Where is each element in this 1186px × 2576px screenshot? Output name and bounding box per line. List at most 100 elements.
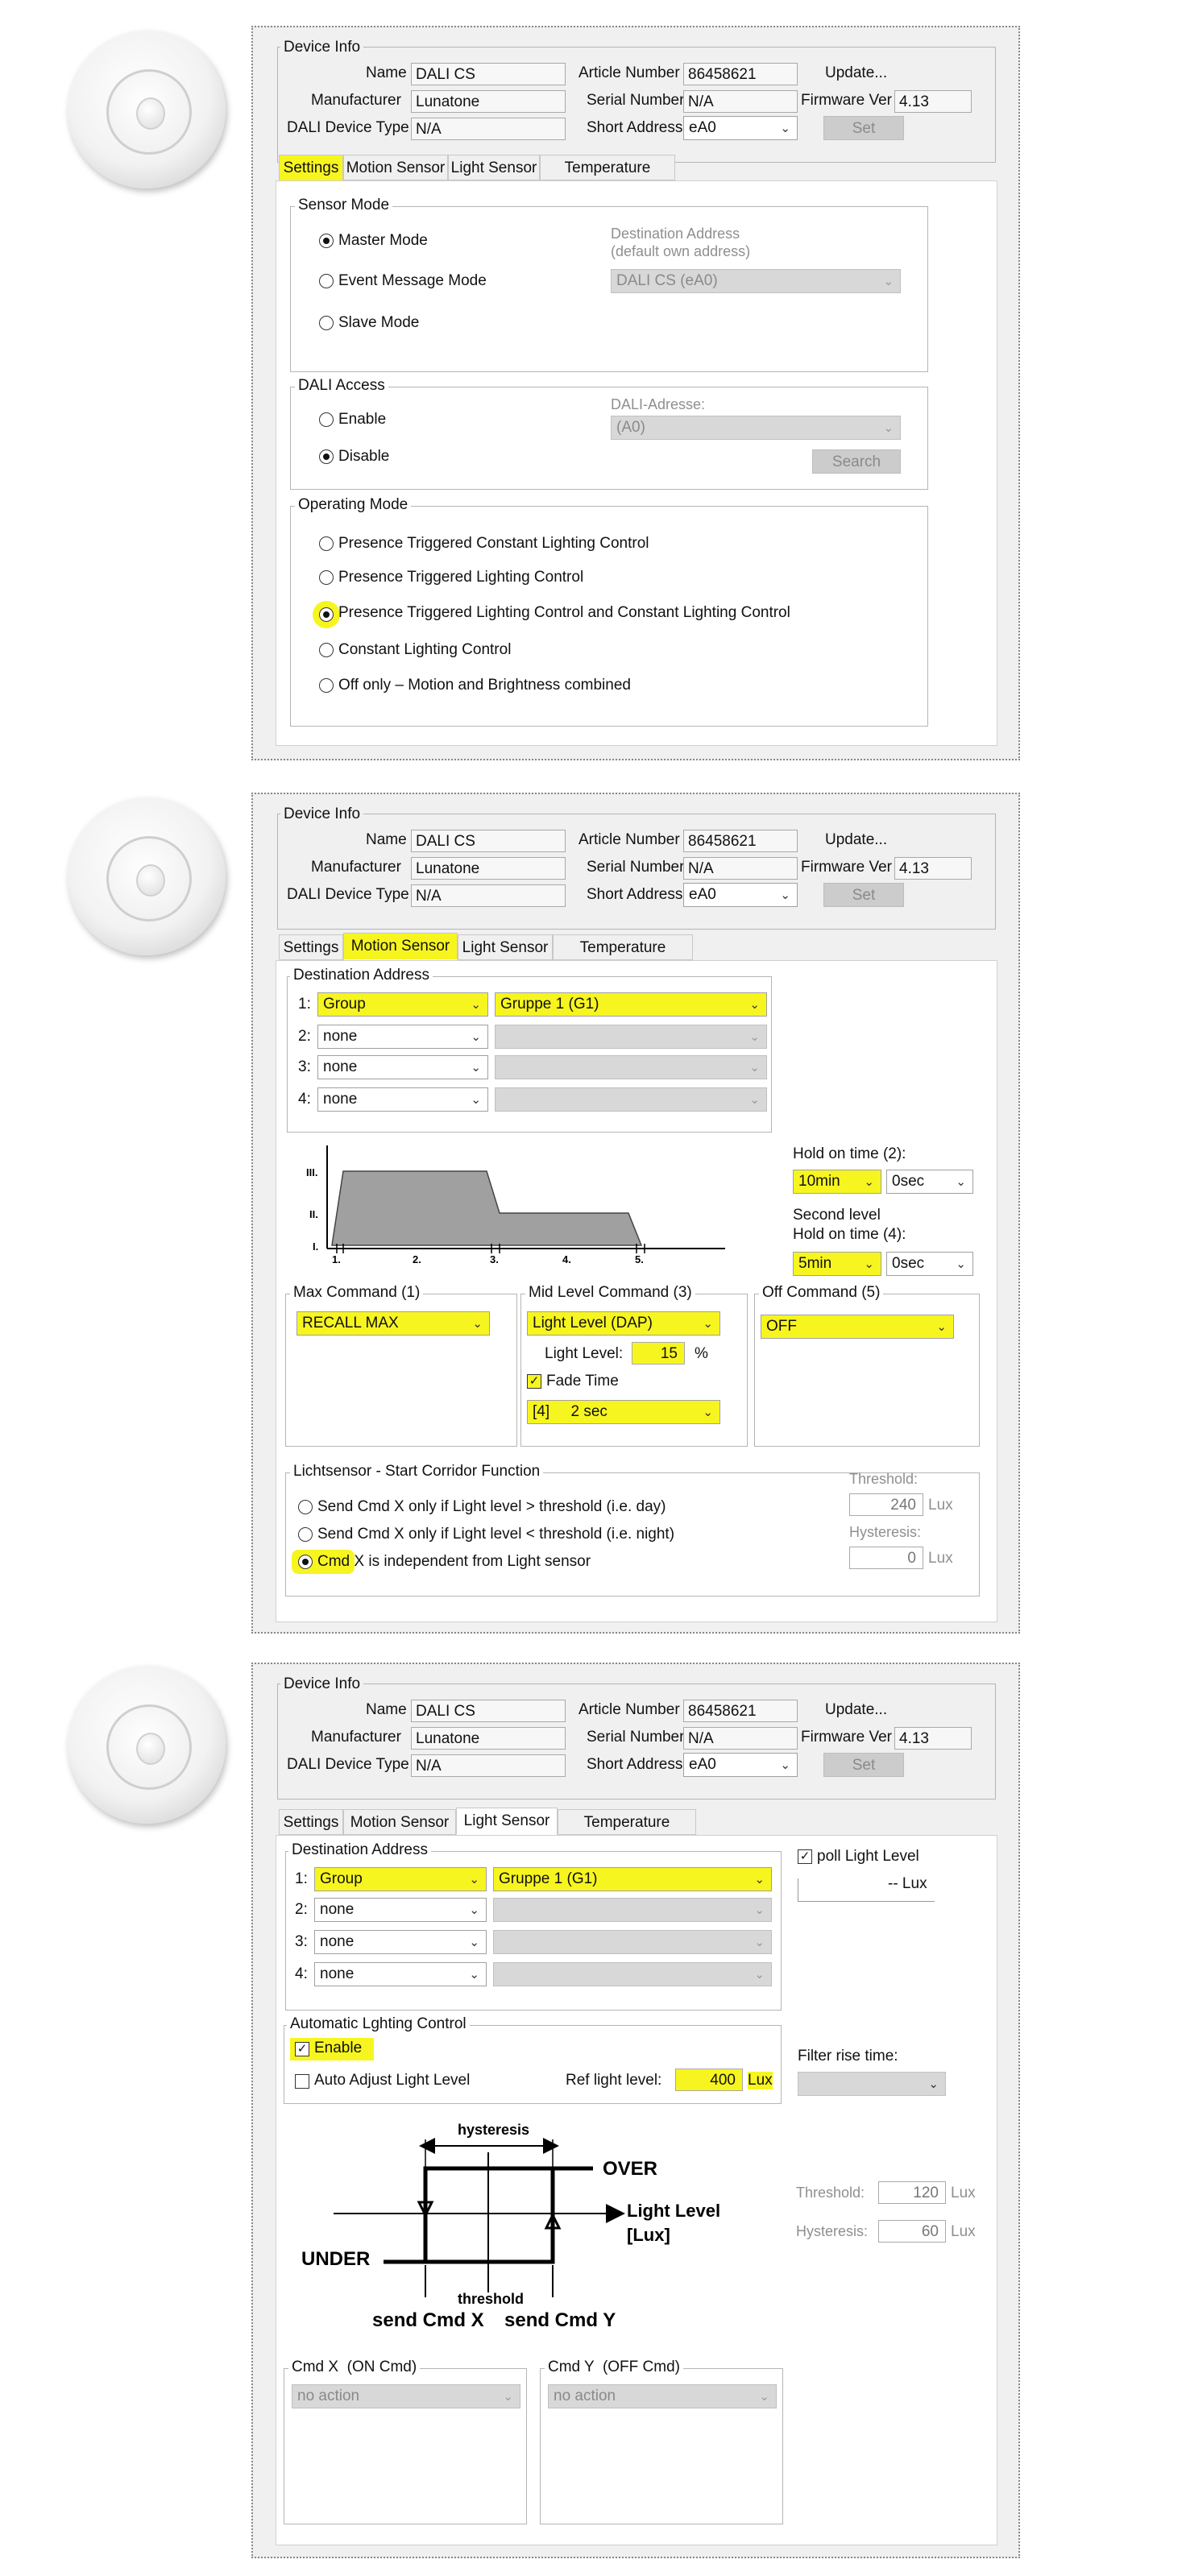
- auto-adjust-checkbox[interactable]: [295, 2074, 309, 2089]
- update-button[interactable]: Update...: [825, 1701, 887, 1719]
- dest-row-3-type[interactable]: none ⌄: [314, 1930, 487, 1954]
- event-message-mode-radio[interactable]: [319, 274, 334, 288]
- chevron-down-icon: ⌄: [754, 1968, 765, 1982]
- cmd-y-select[interactable]: no action ⌄: [548, 2384, 777, 2408]
- poll-light-level-checkbox[interactable]: ✓: [798, 1849, 812, 1864]
- operating-mode-option-2: Presence Triggered Lighting Control: [338, 569, 584, 586]
- tab-settings[interactable]: Settings: [279, 1809, 343, 1835]
- dest-row-2-value[interactable]: ⌄: [493, 1898, 772, 1922]
- threshold-label: Threshold:: [849, 1471, 919, 1487]
- corridor-option-1-radio[interactable]: [298, 1500, 313, 1514]
- operating-mode-radio-3[interactable]: [319, 607, 334, 622]
- slave-mode-radio[interactable]: [319, 316, 334, 330]
- dest-row-2-value[interactable]: ⌄: [495, 1025, 767, 1049]
- threshold-field[interactable]: 240: [849, 1493, 923, 1516]
- serial-number-field[interactable]: N/A: [683, 1727, 798, 1750]
- hold-on-time-seconds-select[interactable]: 0sec ⌄: [886, 1170, 973, 1194]
- cmd-x-select[interactable]: no action ⌄: [292, 2384, 520, 2408]
- hysteresis-field[interactable]: 0: [849, 1547, 923, 1569]
- dest-row-4-value[interactable]: ⌄: [493, 1962, 772, 1986]
- operating-mode-radio-1[interactable]: [319, 536, 334, 551]
- short-address-select[interactable]: eA0 ⌄: [683, 116, 798, 140]
- operating-mode-radio-5[interactable]: [319, 678, 334, 693]
- serial-number-field[interactable]: N/A: [683, 857, 798, 880]
- short-address-select[interactable]: eA0 ⌄: [683, 883, 798, 907]
- master-mode-radio[interactable]: [319, 234, 334, 248]
- tab-settings[interactable]: Settings: [279, 934, 343, 960]
- tab-motion-sensor[interactable]: Motion Sensor: [343, 1809, 456, 1835]
- device-type-field[interactable]: N/A: [411, 884, 566, 907]
- hold-on-time-select[interactable]: 10min ⌄: [793, 1170, 881, 1194]
- name-field[interactable]: DALI CS: [411, 830, 566, 852]
- hold-time-graph: III. II. I. 1. 2. 3. 4. 5.: [306, 1145, 725, 1263]
- tab-temperature-sensor[interactable]: Temperature Sensor: [540, 155, 675, 202]
- tab-temperature-sensor[interactable]: Temperature Sensor: [553, 934, 693, 982]
- dest-row-4-type[interactable]: none ⌄: [314, 1962, 487, 1986]
- update-button[interactable]: Update...: [825, 831, 887, 849]
- operating-mode-radio-2[interactable]: [319, 570, 334, 585]
- second-hold-on-time-select[interactable]: 5min ⌄: [793, 1252, 881, 1276]
- light-level-field[interactable]: 15: [632, 1342, 685, 1365]
- update-button[interactable]: Update...: [825, 64, 887, 82]
- search-button[interactable]: Search: [812, 449, 901, 474]
- destination-address-select[interactable]: DALI CS (eA0) ⌄: [611, 269, 901, 293]
- fade-time-checkbox[interactable]: ✓: [527, 1374, 541, 1389]
- hysteresis-field[interactable]: 60: [878, 2220, 946, 2243]
- manufacturer-field[interactable]: Lunatone: [411, 1727, 566, 1750]
- dest-row-2-type[interactable]: none ⌄: [317, 1025, 488, 1049]
- tab-settings[interactable]: Settings: [279, 155, 343, 182]
- auto-enable-checkbox[interactable]: ✓: [295, 2042, 309, 2056]
- dest-row-1-type[interactable]: Group ⌄: [317, 992, 488, 1017]
- short-address-value: eA0: [689, 1756, 716, 1773]
- corridor-option-2-radio[interactable]: [298, 1527, 313, 1542]
- name-field[interactable]: DALI CS: [411, 63, 566, 85]
- tab-temperature-sensor[interactable]: Temperature Sensor: [558, 1809, 696, 1857]
- dest-row-4-type[interactable]: none ⌄: [317, 1087, 488, 1112]
- dest-row-2-type[interactable]: none ⌄: [314, 1898, 487, 1922]
- dali-address-select[interactable]: (A0) ⌄: [611, 416, 901, 440]
- corridor-option-3-radio[interactable]: [298, 1555, 313, 1569]
- set-button[interactable]: Set: [823, 883, 904, 907]
- tab-light-sensor[interactable]: Light Sensor: [448, 155, 540, 180]
- tab-light-sensor[interactable]: Light Sensor: [456, 1808, 558, 1835]
- second-hold-on-time-seconds-select[interactable]: 0sec ⌄: [886, 1252, 973, 1276]
- fade-time-select[interactable]: [4] 2 sec ⌄: [527, 1400, 720, 1424]
- tab-motion-sensor[interactable]: Motion Sensor: [343, 155, 448, 180]
- article-number-field[interactable]: 86458621: [683, 63, 798, 85]
- chevron-down-icon: ⌄: [469, 1903, 479, 1917]
- article-number-field[interactable]: 86458621: [683, 830, 798, 852]
- point-4-label: 4.: [562, 1253, 571, 1263]
- set-button[interactable]: Set: [823, 1753, 904, 1777]
- dest-row-1-value[interactable]: Gruppe 1 (G1) ⌄: [495, 992, 767, 1017]
- tab-light-sensor[interactable]: Light Sensor: [458, 934, 553, 960]
- dali-enable-radio[interactable]: [319, 412, 334, 427]
- manufacturer-field[interactable]: Lunatone: [411, 90, 566, 113]
- mid-level-command-title: Mid Level Command (3): [525, 1284, 695, 1302]
- dali-disable-radio[interactable]: [319, 449, 334, 464]
- max-command-select[interactable]: RECALL MAX ⌄: [296, 1311, 490, 1336]
- device-type-field[interactable]: N/A: [411, 118, 566, 140]
- manufacturer-field[interactable]: Lunatone: [411, 857, 566, 880]
- dest-row-3-number: 3:: [295, 1933, 308, 1950]
- dest-row-1-type[interactable]: Group ⌄: [314, 1867, 487, 1891]
- threshold-field[interactable]: 120: [878, 2181, 946, 2204]
- short-address-select[interactable]: eA0 ⌄: [683, 1753, 798, 1777]
- mid-level-command-select[interactable]: Light Level (DAP) ⌄: [527, 1311, 720, 1336]
- name-field[interactable]: DALI CS: [411, 1700, 566, 1722]
- dest-row-3-value[interactable]: ⌄: [495, 1055, 767, 1079]
- off-command-select[interactable]: OFF ⌄: [761, 1315, 954, 1339]
- tab-motion-sensor[interactable]: Motion Sensor: [343, 933, 458, 960]
- dest-row-3-value[interactable]: ⌄: [493, 1930, 772, 1954]
- dest-row-1-value[interactable]: Gruppe 1 (G1) ⌄: [493, 1867, 772, 1891]
- article-number-field[interactable]: 86458621: [683, 1700, 798, 1722]
- ref-light-level-field[interactable]: 400: [675, 2069, 743, 2091]
- device-type-field[interactable]: N/A: [411, 1754, 566, 1777]
- off-command-title: Off Command (5): [759, 1284, 884, 1302]
- set-button[interactable]: Set: [823, 116, 904, 140]
- operating-mode-radio-4[interactable]: [319, 643, 334, 657]
- dest-row-4-value[interactable]: ⌄: [495, 1087, 767, 1112]
- chevron-down-icon: ⌄: [503, 2390, 513, 2404]
- dest-row-3-type[interactable]: none ⌄: [317, 1055, 488, 1079]
- filter-rise-time-select[interactable]: ⌄: [798, 2072, 946, 2096]
- serial-number-field[interactable]: N/A: [683, 90, 798, 113]
